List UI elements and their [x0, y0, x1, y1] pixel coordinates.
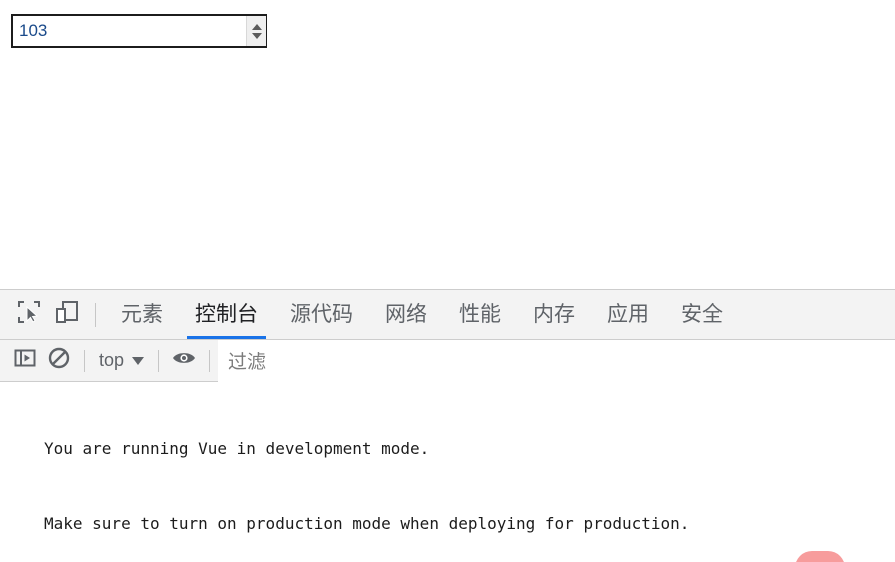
device-toolbar-button[interactable] [48, 296, 86, 334]
console-toolbar: top 过滤 [0, 339, 895, 382]
live-expression-button[interactable] [167, 344, 201, 378]
execution-context-select[interactable]: top [93, 347, 150, 375]
clear-console-button[interactable] [42, 344, 76, 378]
inspect-element-button[interactable] [10, 296, 48, 334]
toolbar-divider-3 [209, 349, 211, 372]
filter-placeholder-text: 过滤 [228, 352, 267, 373]
devtools-tabbar: 元素 控制台 源代码 网络 性能 内存 应用 安全 [0, 290, 895, 340]
console-sidebar-button[interactable] [8, 344, 42, 378]
tabbar-divider [95, 302, 96, 327]
stepper-down-icon[interactable] [251, 32, 262, 39]
chevron-down-icon [132, 356, 145, 365]
devtools-panel: 元素 控制台 源代码 网络 性能 内存 应用 安全 top 过滤 You are… [0, 289, 895, 562]
tab-application[interactable]: 应用 [591, 290, 665, 339]
live-expression-eye-icon [171, 345, 197, 376]
filter-input[interactable]: 过滤 [218, 339, 895, 382]
number-input[interactable] [13, 16, 246, 46]
device-toolbar-icon [54, 299, 80, 330]
tab-memory[interactable]: 内存 [517, 290, 591, 339]
vue-warning-line-2: Make sure to turn on production mode whe… [44, 514, 690, 533]
tab-sources[interactable]: 源代码 [274, 290, 369, 339]
inspect-element-icon [16, 299, 42, 330]
tab-security[interactable]: 安全 [665, 290, 739, 339]
console-sidebar-icon [13, 346, 37, 375]
console-output[interactable]: You are running Vue in development mode.… [0, 382, 895, 562]
toolbar-divider-1 [84, 349, 85, 372]
tab-elements[interactable]: 元素 [105, 290, 179, 339]
execution-context-label: top [99, 350, 125, 370]
tab-performance[interactable]: 性能 [443, 290, 517, 339]
vue-warning-line-1: You are running Vue in development mode. [44, 439, 430, 458]
browser-window: 元素 控制台 源代码 网络 性能 内存 应用 安全 [0, 0, 895, 562]
tab-console[interactable]: 控制台 [179, 290, 274, 339]
clear-console-icon [47, 346, 71, 375]
stepper-buttons[interactable] [246, 16, 266, 46]
toolbar-divider-2 [158, 349, 160, 372]
number-stepper[interactable] [11, 14, 267, 48]
console-message-vue-dev-warning[interactable]: You are running Vue in development mode.… [0, 382, 895, 562]
tab-network[interactable]: 网络 [369, 290, 443, 339]
page-viewport [0, 0, 895, 289]
stepper-up-icon[interactable] [251, 23, 262, 30]
